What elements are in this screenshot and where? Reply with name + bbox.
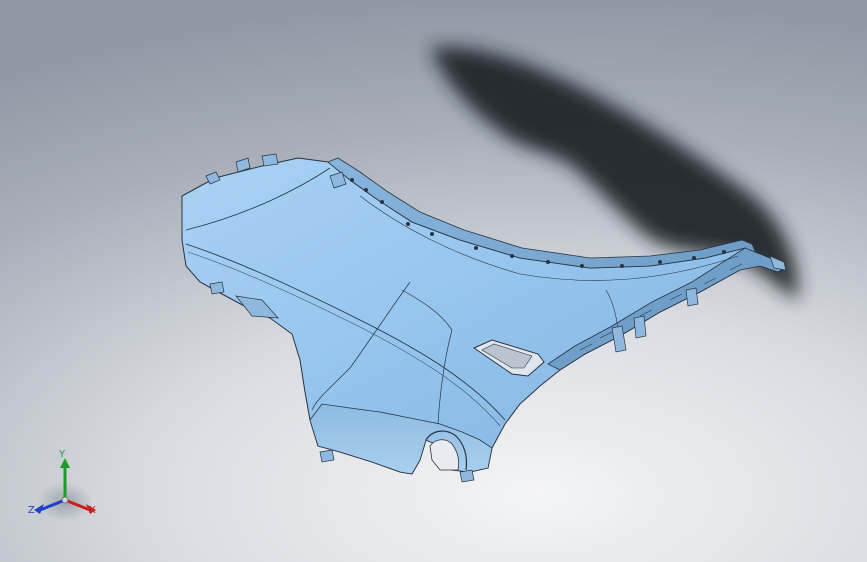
- model-scene[interactable]: [0, 0, 867, 562]
- z-axis-label: Z: [28, 505, 35, 516]
- graphics-viewport[interactable]: Y X Z: [0, 0, 867, 562]
- y-axis-label: Y: [59, 449, 66, 460]
- view-orientation-triad[interactable]: Y X Z: [24, 448, 106, 526]
- x-axis-label: X: [89, 505, 96, 516]
- triad-origin: [61, 496, 69, 504]
